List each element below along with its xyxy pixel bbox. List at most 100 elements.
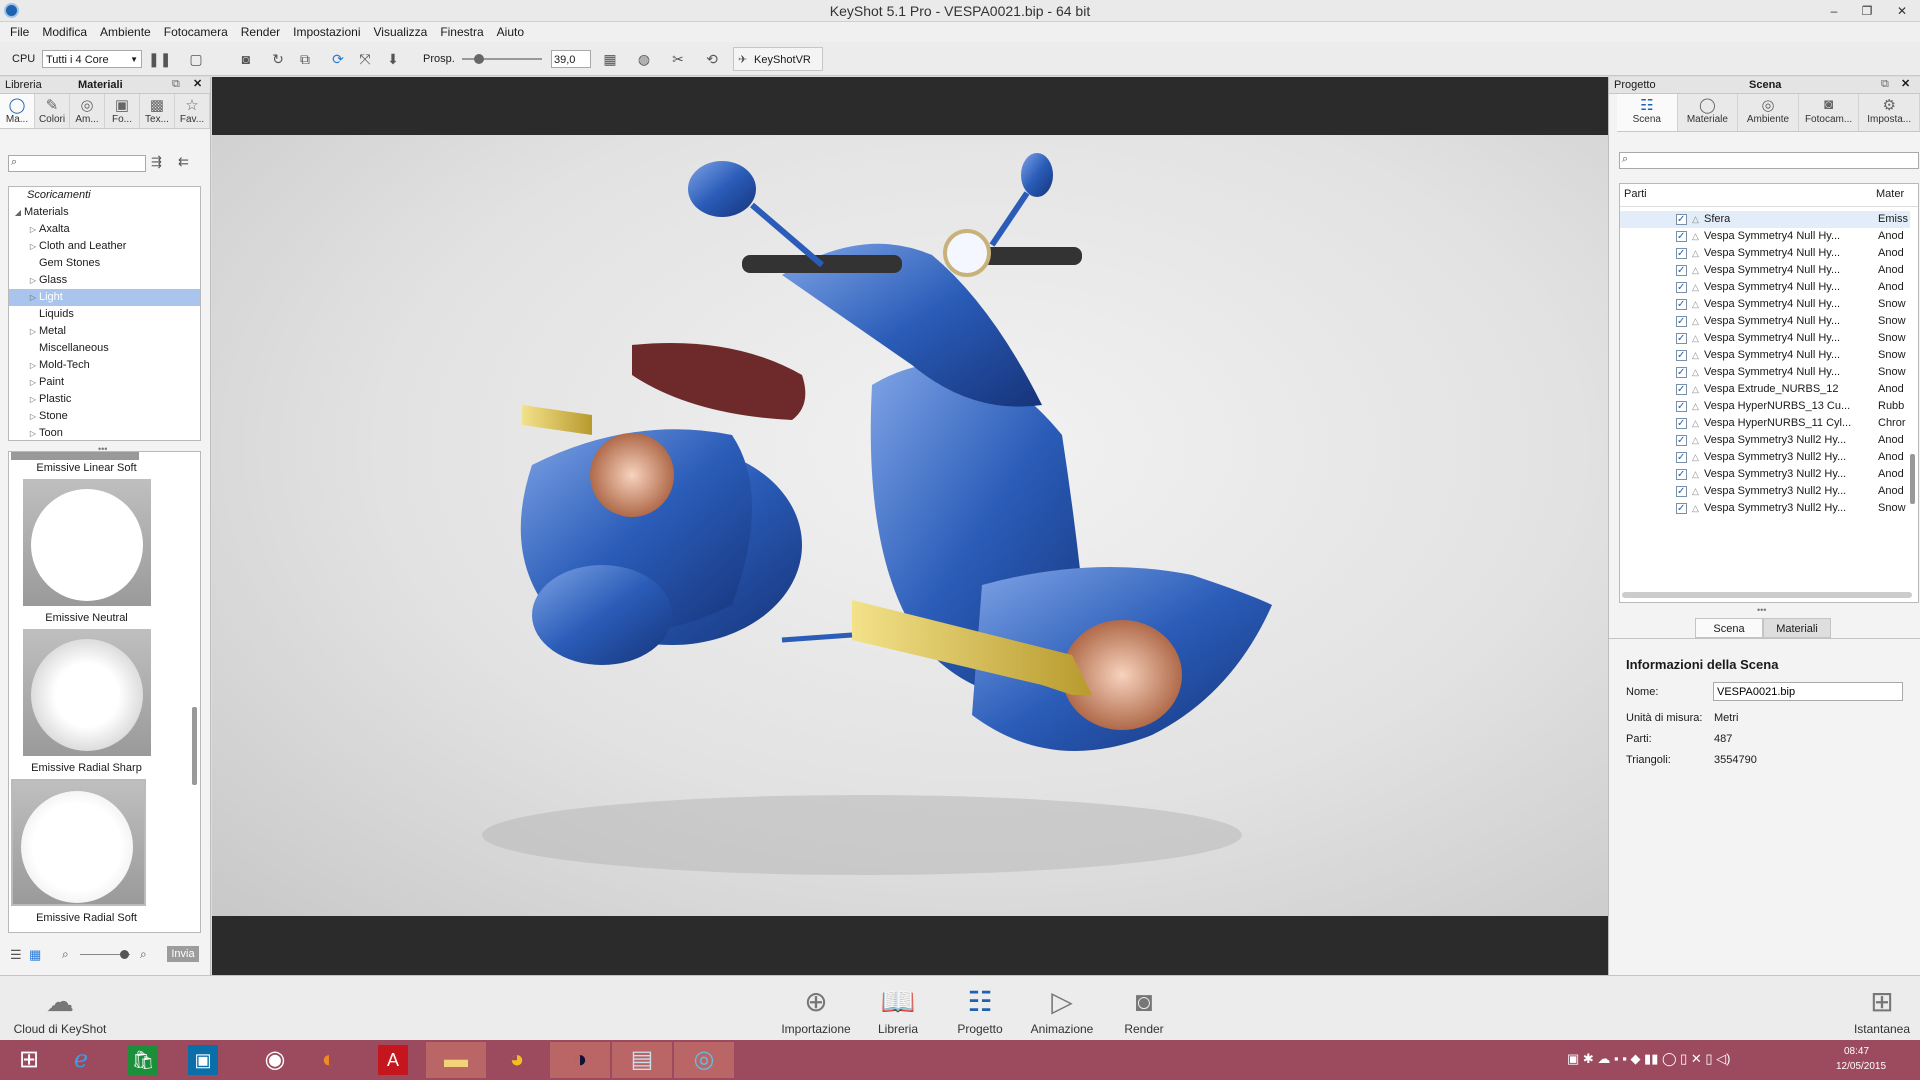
image-viewer-icon[interactable]: ▤ — [612, 1042, 672, 1078]
visibility-checkbox[interactable] — [1676, 398, 1687, 415]
visibility-checkbox[interactable] — [1676, 279, 1687, 296]
internet-explorer-icon[interactable]: ℯ — [52, 1042, 110, 1078]
tree-item[interactable]: ▷ Plastic — [9, 391, 200, 408]
folder-add-icon[interactable]: ⇶ — [151, 154, 162, 170]
part-row[interactable]: △ Sfera Emiss — [1620, 211, 1910, 228]
perspective-input[interactable]: 39,0 — [551, 50, 591, 68]
grid-view-icon[interactable]: ▦ — [29, 947, 41, 963]
visibility-checkbox[interactable] — [1676, 245, 1687, 262]
menu-ambiente[interactable]: Ambiente — [100, 25, 151, 39]
file-explorer-icon[interactable]: ▣ — [188, 1045, 218, 1075]
collapsed-arrow-icon[interactable]: ▷ — [27, 238, 39, 255]
tree-item[interactable]: ▷ Toon — [9, 425, 200, 442]
visibility-checkbox[interactable] — [1676, 262, 1687, 279]
tree-item[interactable]: ▷ Cloth and Leather — [9, 238, 200, 255]
rotate-icon[interactable]: ↻ — [268, 49, 288, 69]
tree-item[interactable]: Miscellaneous — [9, 340, 200, 357]
part-row[interactable]: △ Vespa Symmetry4 Null Hy... Snow — [1620, 330, 1910, 347]
part-row[interactable]: △ Vespa Symmetry4 Null Hy... Snow — [1620, 313, 1910, 330]
part-row[interactable]: △ Vespa Symmetry4 Null Hy... Anod — [1620, 228, 1910, 245]
visibility-checkbox[interactable] — [1676, 347, 1687, 364]
subtab-scena[interactable]: Scena — [1695, 618, 1763, 638]
subtab-materiali[interactable]: Materiali — [1763, 618, 1831, 638]
fit-icon[interactable]: ⤧ — [355, 49, 375, 69]
tab-favoriti[interactable]: ☆ Fav... — [175, 94, 210, 128]
collapsed-arrow-icon[interactable]: ▷ — [27, 221, 39, 238]
tab-impostazioni[interactable]: ⚙ Imposta... — [1859, 94, 1920, 131]
start-icon[interactable]: ⊞ — [0, 1042, 58, 1078]
scene-name-field[interactable] — [1713, 682, 1903, 701]
menu-aiuto[interactable]: Aiuto — [497, 25, 524, 39]
library-search-input[interactable] — [8, 155, 146, 172]
tree-item[interactable]: ▷ Axalta — [9, 221, 200, 238]
part-row[interactable]: △ Vespa Symmetry4 Null Hy... Snow — [1620, 296, 1910, 313]
tree-item[interactable]: Scoricamenti — [9, 187, 200, 204]
part-row[interactable]: △ Vespa Symmetry4 Null Hy... Anod — [1620, 245, 1910, 262]
menu-visualizza[interactable]: Visualizza — [374, 25, 428, 39]
chrome-icon[interactable]: ◕ — [488, 1042, 546, 1078]
part-row[interactable]: △ Vespa Symmetry3 Null2 Hy... Anod — [1620, 466, 1910, 483]
thumbnail-emissive-radial-soft[interactable] — [11, 779, 146, 906]
collapsed-arrow-icon[interactable]: ▷ — [27, 272, 39, 289]
snapshot-button[interactable]: ⊞ Istantanea — [1842, 984, 1920, 1036]
refresh-icon[interactable]: ⟳ — [328, 49, 348, 69]
collapsed-arrow-icon[interactable]: ▷ — [27, 425, 39, 442]
part-row[interactable]: △ Vespa Symmetry3 Null2 Hy... Snow — [1620, 500, 1910, 517]
menu-finestra[interactable]: Finestra — [440, 25, 483, 39]
thumbnail-size-slider[interactable] — [80, 950, 130, 959]
close-button[interactable]: ✕ — [1888, 0, 1916, 22]
visibility-checkbox[interactable] — [1676, 466, 1687, 483]
render-button[interactable]: ◙ Render — [1104, 984, 1184, 1036]
zoom-out-icon[interactable]: ⌕ — [62, 947, 69, 962]
tree-item[interactable]: ▷ Glass — [9, 272, 200, 289]
part-row[interactable]: △ Vespa Extrude_NURBS_12 Anod — [1620, 381, 1910, 398]
keyshotvr-button[interactable]: ✈ KeyShotVR — [733, 47, 823, 71]
collapsed-arrow-icon[interactable]: ▷ — [27, 323, 39, 340]
part-row[interactable]: △ Vespa Symmetry4 Null Hy... Snow — [1620, 347, 1910, 364]
part-row[interactable]: △ Vespa Symmetry4 Null Hy... Snow — [1620, 364, 1910, 381]
render-viewport[interactable] — [212, 77, 1608, 975]
visibility-checkbox[interactable] — [1676, 415, 1687, 432]
realtime-render[interactable] — [212, 135, 1608, 916]
zoom-in-icon[interactable]: ⌕ — [140, 947, 147, 962]
menu-impostazioni[interactable]: Impostazioni — [293, 25, 360, 39]
scrollbar[interactable] — [1910, 454, 1915, 504]
cloud-button[interactable]: ☁ Cloud di KeyShot — [10, 984, 110, 1036]
perspective-slider[interactable] — [462, 54, 542, 64]
slider-handle[interactable] — [120, 950, 129, 959]
tree-item[interactable]: Gem Stones — [9, 255, 200, 272]
part-row[interactable]: △ Vespa HyperNURBS_11 Cyl... Chror — [1620, 415, 1910, 432]
part-row[interactable]: △ Vespa Symmetry4 Null Hy... Anod — [1620, 262, 1910, 279]
visibility-checkbox[interactable] — [1676, 211, 1687, 228]
acrobat-icon[interactable]: A — [378, 1045, 408, 1075]
visibility-checkbox[interactable] — [1676, 381, 1687, 398]
visibility-checkbox[interactable] — [1676, 313, 1687, 330]
collapsed-arrow-icon[interactable]: ▷ — [27, 408, 39, 425]
minimize-button[interactable]: – — [1820, 0, 1848, 22]
tree-item[interactable]: Liquids — [9, 306, 200, 323]
folder-open-icon[interactable]: ⇇ — [178, 154, 189, 170]
collapsed-arrow-icon[interactable]: ▷ — [27, 374, 39, 391]
maximize-button[interactable]: ❐ — [1853, 0, 1881, 22]
thumbnail-emissive-radial-sharp[interactable] — [23, 629, 151, 756]
tab-fotocamera[interactable]: ◙ Fotocam... — [1799, 94, 1860, 131]
animation-button[interactable]: ▷ Animazione — [1022, 984, 1102, 1036]
tab-ambiente[interactable]: ◎ Ambiente — [1738, 94, 1799, 131]
scene-search-input[interactable] — [1619, 152, 1919, 169]
visibility-checkbox[interactable] — [1676, 296, 1687, 313]
tab-materiali[interactable]: ◯ Ma... — [0, 94, 35, 128]
sync-icon[interactable]: ⟲ — [702, 49, 722, 69]
menu-file[interactable]: File — [10, 25, 29, 39]
tree-item[interactable]: ◢ Materials — [9, 204, 200, 221]
menu-fotocamera[interactable]: Fotocamera — [164, 25, 228, 39]
scrollbar[interactable] — [192, 707, 197, 785]
browser-icon[interactable]: ◉ — [246, 1042, 304, 1078]
tab-texture[interactable]: ▩ Tex... — [140, 94, 175, 128]
crop-icon[interactable]: ✂ — [668, 49, 688, 69]
send-button[interactable]: Invia — [167, 946, 199, 962]
project-button[interactable]: ☷ Progetto — [940, 984, 1020, 1036]
camera-icon[interactable]: ◙ — [236, 49, 256, 69]
column-parts[interactable]: Parti — [1624, 188, 1647, 200]
material-icon[interactable]: ◍ — [634, 49, 654, 69]
list-view-icon[interactable]: ☰ — [10, 947, 22, 963]
